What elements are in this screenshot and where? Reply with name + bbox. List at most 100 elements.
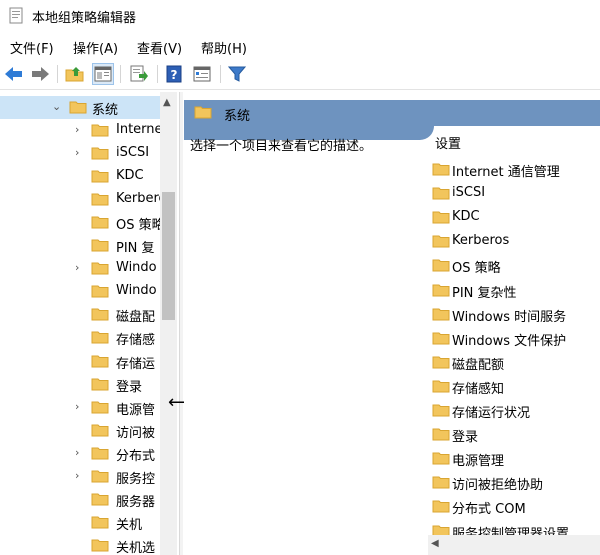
tree-item-label: 访问被 [116, 425, 156, 441]
tree-item[interactable]: 服务器 [0, 488, 160, 511]
settings-scrollbar[interactable]: ◀ [428, 535, 600, 555]
setting-item-label: 访问被拒绝协助 [452, 478, 544, 494]
tree-item[interactable]: 访问被 [0, 419, 160, 442]
tree-item[interactable]: KDC [0, 165, 160, 188]
folder-icon [91, 216, 109, 229]
tree-item-label: Interne [116, 122, 163, 137]
chevron-right-icon[interactable]: › [75, 469, 79, 482]
folder-icon [91, 239, 109, 252]
setting-item[interactable]: OS 策略 [432, 254, 600, 278]
tree-item[interactable]: OS 策略 [0, 211, 165, 234]
setting-item[interactable]: iSCSI [432, 182, 600, 206]
setting-item-label: 磁盘配额 [452, 357, 505, 373]
setting-item-label: OS 策略 [452, 261, 501, 277]
setting-item[interactable]: 登录 [432, 423, 600, 447]
tree-item-label: 系统 [92, 103, 119, 118]
setting-item[interactable]: 存储感知 [432, 375, 600, 399]
detail-header-title: 系统 [224, 109, 251, 124]
show-hide-tree-button[interactable] [92, 63, 114, 85]
help-button[interactable]: ? [163, 63, 185, 85]
setting-item-label: 登录 [452, 430, 479, 446]
forward-icon [32, 67, 49, 81]
properties-button[interactable] [191, 63, 213, 85]
setting-item[interactable]: 分布式 COM [432, 495, 600, 519]
chevron-down-icon[interactable]: ⌄ [52, 100, 61, 113]
tree-item[interactable]: 存储运 [0, 350, 160, 373]
folder-icon [69, 101, 87, 114]
back-button[interactable] [3, 63, 25, 85]
filter-button[interactable] [226, 63, 248, 85]
up-folder-button[interactable] [64, 63, 86, 85]
tree-item-label: 服务控 [116, 471, 156, 487]
setting-item-label: KDC [452, 209, 480, 225]
folder-icon [91, 539, 109, 552]
tree-item-label: KDC [116, 168, 144, 184]
folder-icon [432, 211, 450, 224]
tree-item[interactable]: Kerbero [0, 188, 166, 211]
scroll-up-icon[interactable]: ▲ [163, 97, 171, 108]
folder-icon [91, 401, 109, 414]
tree-item[interactable]: PIN 复 [0, 234, 160, 257]
tree-item[interactable]: 登录 [0, 373, 160, 396]
chevron-right-icon[interactable]: › [75, 146, 79, 159]
setting-item[interactable]: 访问被拒绝协助 [432, 471, 600, 495]
up-folder-icon [65, 67, 84, 82]
folder-icon [91, 493, 109, 506]
setting-item-label: PIN 复杂性 [452, 285, 517, 301]
chevron-right-icon[interactable]: › [75, 261, 79, 274]
scroll-left-icon[interactable]: ◀ [431, 538, 439, 549]
tree-item-system[interactable]: ⌄ 系统 [0, 96, 160, 119]
setting-item[interactable]: KDC [432, 206, 600, 230]
menu-view[interactable]: 查看(V) [137, 38, 182, 57]
tree-item[interactable]: 关机选 [0, 534, 160, 555]
tree-item[interactable]: Windo [0, 280, 160, 303]
setting-item[interactable]: Windows 时间服务 [432, 303, 600, 327]
chevron-right-icon[interactable]: › [75, 123, 79, 136]
tree-item-label: 存储运 [116, 356, 156, 372]
forward-button[interactable] [29, 63, 51, 85]
chevron-right-icon[interactable]: › [75, 446, 79, 459]
menu-file[interactable]: 文件(F) [10, 38, 54, 57]
setting-item[interactable]: 磁盘配额 [432, 351, 600, 375]
folder-icon [91, 355, 109, 367]
setting-item[interactable]: Internet 通信管理 [432, 158, 600, 182]
toolbar-separator [220, 65, 221, 83]
tree-item[interactable]: 磁盘配 [0, 303, 160, 326]
export-list-button[interactable] [128, 63, 150, 85]
pane-splitter[interactable] [179, 92, 183, 555]
setting-item-label: Internet 通信管理 [452, 165, 560, 180]
setting-item[interactable]: Kerberos [432, 230, 600, 254]
menu-action[interactable]: 操作(A) [73, 38, 118, 57]
tree-pane: ⌄ 系统 › Interne › iSCSI KDC Kerbero OS 策略 PIN 复 ›… [0, 92, 178, 555]
toolbar: ? [0, 60, 600, 90]
tree-scrollbar[interactable]: ▲ [160, 92, 177, 555]
folder-icon [91, 516, 109, 529]
setting-item-label: iSCSI [452, 185, 486, 201]
setting-item[interactable]: 电源管理 [432, 447, 600, 471]
setting-item[interactable]: PIN 复杂性 [432, 279, 600, 303]
tree-item[interactable]: › 分布式 [0, 442, 160, 465]
back-icon [5, 67, 22, 81]
folder-icon [91, 147, 109, 160]
setting-item-label: Kerberos [452, 233, 510, 249]
tree-item[interactable]: 存储感 [0, 326, 160, 349]
chevron-right-icon[interactable]: › [75, 400, 79, 413]
tree-item[interactable]: › 电源管 [0, 396, 160, 419]
tree-item[interactable]: › 服务控 [0, 465, 160, 488]
title-bar: 本地组策略编辑器 [0, 0, 600, 32]
menu-help[interactable]: 帮助(H) [201, 38, 247, 57]
settings-column-header[interactable]: 设置 [435, 133, 461, 152]
setting-item[interactable]: Windows 文件保护 [432, 327, 600, 351]
tree-item[interactable]: 关机 [0, 511, 160, 534]
folder-icon [432, 235, 450, 248]
setting-item-label: 电源管理 [452, 454, 505, 470]
tree-item[interactable]: › Windo [0, 257, 160, 280]
tree-item-label: OS 策略 [116, 218, 165, 234]
tree-item[interactable]: › iSCSI [0, 142, 160, 165]
tree-item[interactable]: › Interne [0, 119, 163, 142]
scrollbar-thumb[interactable] [162, 192, 175, 320]
folder-icon [432, 356, 450, 369]
setting-item[interactable]: 存储运行状况 [432, 399, 600, 423]
setting-item-label: Windows 时间服务 [452, 309, 567, 325]
folder-icon [91, 308, 109, 321]
